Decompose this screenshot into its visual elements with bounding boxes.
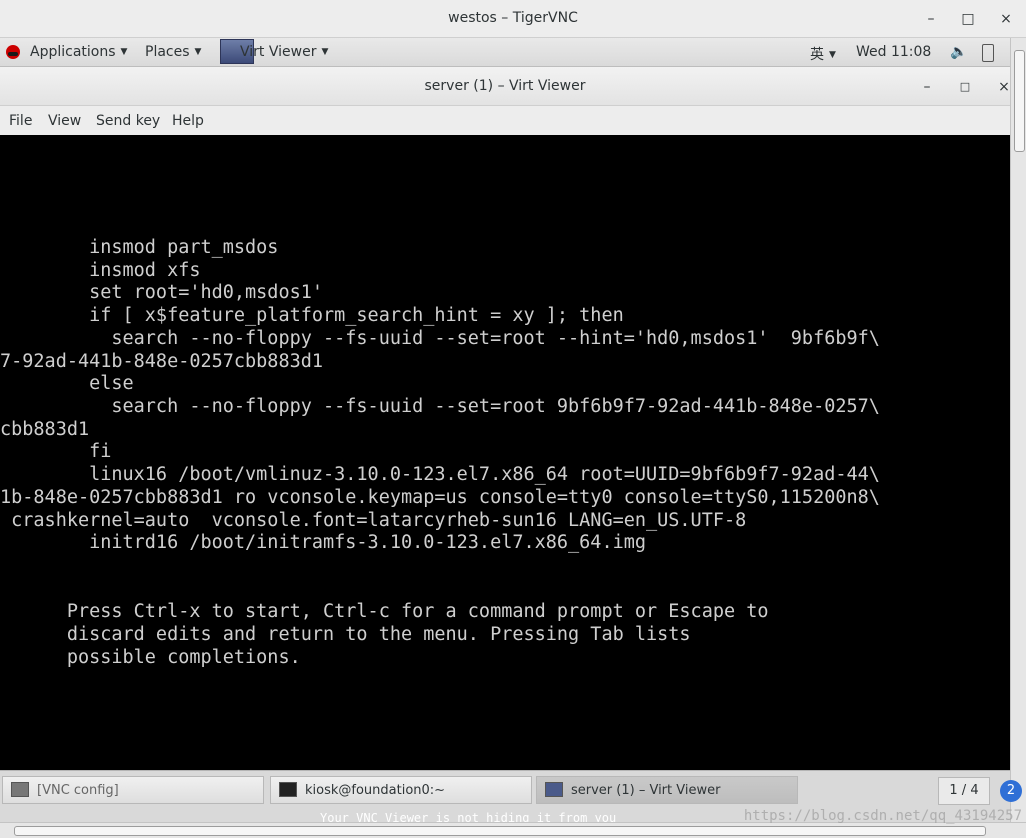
input-method-indicator[interactable]: 英 ▼ xyxy=(810,44,836,64)
task-vnc-config[interactable]: [VNC config] xyxy=(2,776,264,804)
vnc-maximize-button[interactable]: □ xyxy=(957,8,979,30)
viewer-maximize-button[interactable]: □ xyxy=(954,76,976,98)
task-terminal[interactable]: kiosk@foundation0:~ xyxy=(270,776,532,804)
viewer-minimize-button[interactable]: – xyxy=(916,76,938,98)
clock[interactable]: Wed 11:08 xyxy=(856,44,931,60)
applications-menu[interactable]: Applications ▼ xyxy=(30,44,127,60)
watermark-text: https://blog.csdn.net/qq_43194257 xyxy=(743,808,1022,824)
chevron-down-icon: ▼ xyxy=(194,47,202,57)
console-line: linux16 /boot/vmlinuz-3.10.0-123.el7.x86… xyxy=(0,464,880,485)
vertical-scrollbar[interactable] xyxy=(1010,38,1026,822)
console-line: insmod part_msdos xyxy=(0,237,279,258)
chevron-down-icon: ▼ xyxy=(321,47,329,57)
task-label: [VNC config] xyxy=(37,783,119,798)
console-help-line: possible completions. xyxy=(0,647,301,668)
battery-icon[interactable] xyxy=(982,44,994,62)
workspace-switcher[interactable]: 1 / 4 xyxy=(938,777,990,805)
app-menu[interactable]: Virt Viewer ▼ xyxy=(240,44,328,60)
speaker-icon[interactable]: 🔈 xyxy=(950,44,967,60)
console-line: set root='hd0,msdos1' xyxy=(0,282,324,303)
places-menu[interactable]: Places ▼ xyxy=(145,44,201,60)
window-icon xyxy=(11,782,29,797)
vnc-titlebar: westos – TigerVNC – □ × xyxy=(0,0,1026,38)
scrollbar-thumb[interactable] xyxy=(14,826,986,836)
console-line: 1b-848e-0257cbb883d1 ro vconsole.keymap=… xyxy=(0,487,880,508)
horizontal-scrollbar[interactable] xyxy=(0,822,1026,838)
viewer-window-title: server (1) – Virt Viewer xyxy=(424,78,586,94)
console-line: if [ x$feature_platform_search_hint = xy… xyxy=(0,305,624,326)
top-panel: Applications ▼ Places ▼ Virt Viewer ▼ 英 ▼ We… xyxy=(0,38,1010,67)
scrollbar-thumb[interactable] xyxy=(1014,50,1025,152)
notification-badge[interactable]: 2 xyxy=(1000,780,1022,802)
redhat-logo-icon xyxy=(6,45,20,59)
task-label: kiosk@foundation0:~ xyxy=(305,783,446,798)
menu-view[interactable]: View xyxy=(48,113,81,129)
viewer-titlebar: server (1) – Virt Viewer – □ × xyxy=(0,67,1010,106)
console-help-line: discard edits and return to the menu. Pr… xyxy=(0,624,691,645)
task-virt-viewer[interactable]: server (1) – Virt Viewer xyxy=(536,776,798,804)
console-line: search --no-floppy --fs-uuid --set=root … xyxy=(0,328,880,349)
virt-viewer-icon xyxy=(545,782,563,797)
console-line: 7-92ad-441b-848e-0257cbb883d1 xyxy=(0,351,324,372)
places-label: Places xyxy=(145,44,190,60)
console-line: else xyxy=(0,373,134,394)
terminal-icon xyxy=(279,782,297,797)
viewer-menubar: File View Send key Help xyxy=(0,106,1010,135)
menu-help[interactable]: Help xyxy=(172,113,204,129)
vnc-minimize-button[interactable]: – xyxy=(920,8,942,30)
console-line: insmod xfs xyxy=(0,260,201,281)
virt-viewer-window: server (1) – Virt Viewer – □ × File View… xyxy=(0,67,1010,770)
console-help-line: Press Ctrl-x to start, Ctrl-c for a comm… xyxy=(0,601,769,622)
console-line: cbb883d1 xyxy=(0,419,90,440)
console-line: fi xyxy=(0,441,112,462)
console-line: initrd16 /boot/initramfs-3.10.0-123.el7.… xyxy=(0,532,647,553)
console-line: crashkernel=auto vconsole.font=latarcyrh… xyxy=(0,510,747,531)
vnc-window-title: westos – TigerVNC xyxy=(448,10,578,26)
chevron-down-icon: ▼ xyxy=(120,47,128,57)
input-method-label: 英 xyxy=(810,47,824,63)
console-line: search --no-floppy --fs-uuid --set=root … xyxy=(0,396,880,417)
chevron-down-icon: ▼ xyxy=(829,50,836,60)
applications-label: Applications xyxy=(30,44,116,60)
menu-send-key[interactable]: Send key xyxy=(96,113,160,129)
task-label: server (1) – Virt Viewer xyxy=(571,783,721,798)
menu-file[interactable]: File xyxy=(9,113,32,129)
guest-console[interactable]: insmod part_msdos insmod xfs set root='h… xyxy=(0,135,1010,770)
vnc-close-button[interactable]: × xyxy=(995,8,1017,30)
app-menu-label: Virt Viewer xyxy=(240,44,317,60)
